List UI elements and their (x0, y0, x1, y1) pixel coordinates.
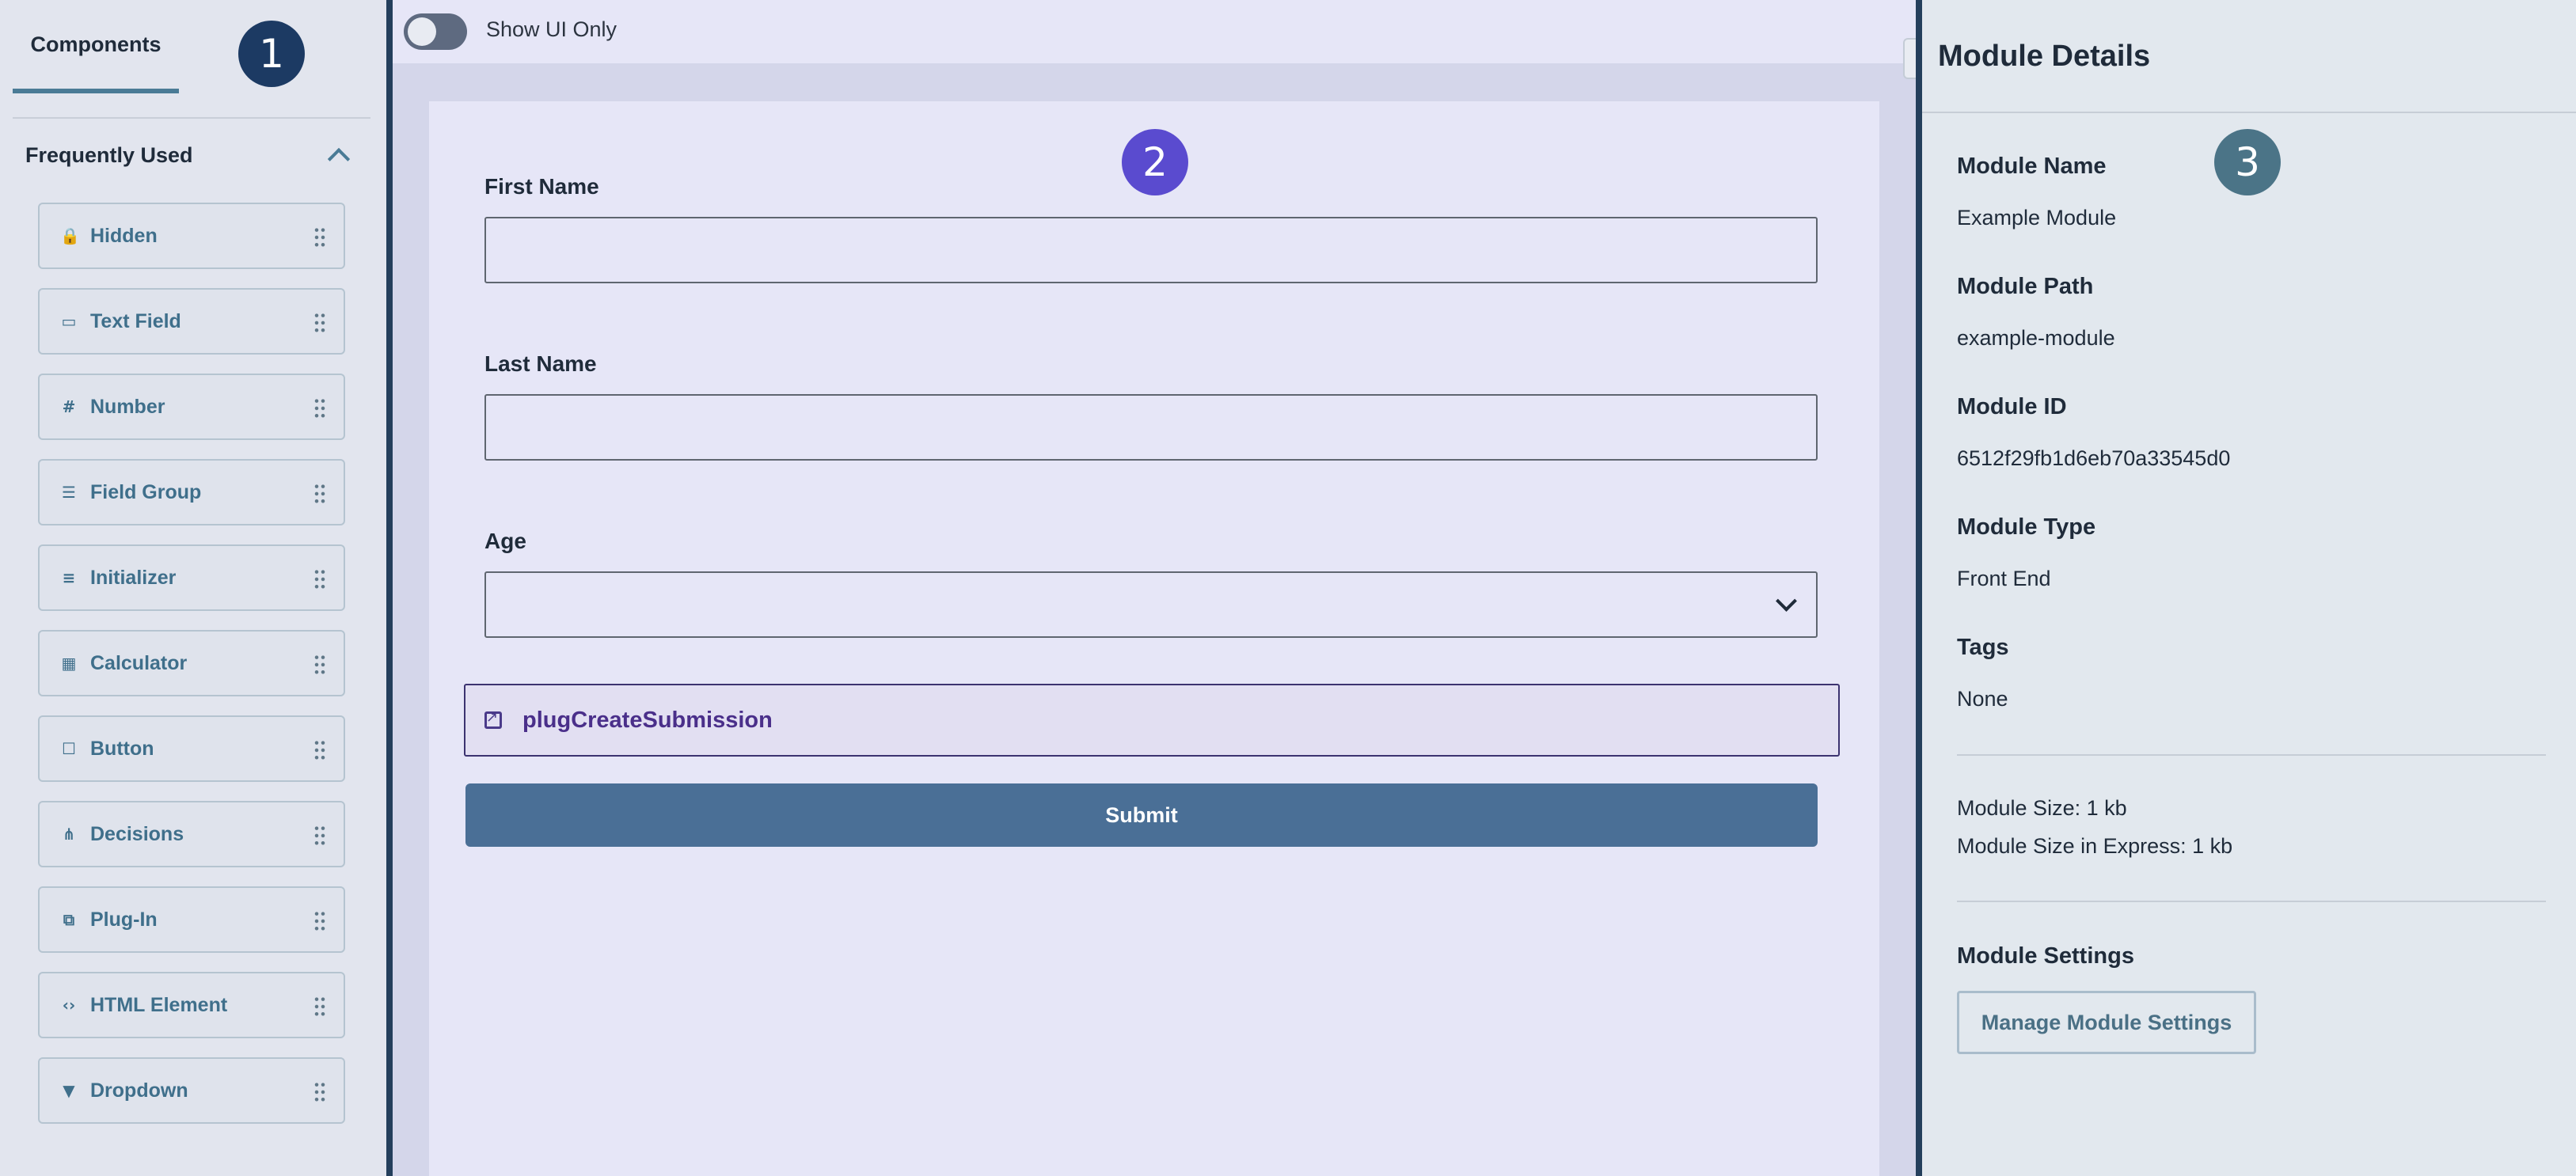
list-icon: ☰ (62, 483, 76, 502)
frequently-used-header[interactable]: Frequently Used (25, 135, 350, 176)
show-ui-only-toggle[interactable] (404, 13, 467, 50)
code-icon: ‹› (62, 996, 76, 1015)
component-item-text-field[interactable]: ▭ Text Field (38, 288, 345, 355)
last-name-label: Last Name (484, 351, 597, 376)
drag-handle-icon[interactable] (313, 483, 326, 505)
module-size-express: Module Size in Express: 1 kb (1957, 834, 2233, 858)
component-item-initializer[interactable]: ≡ Initializer (38, 544, 345, 611)
drag-handle-icon[interactable] (313, 910, 326, 932)
component-item-field-group[interactable]: ☰ Field Group (38, 459, 345, 525)
drag-handle-icon[interactable] (313, 568, 326, 590)
module-type-value: Front End (1957, 567, 2051, 590)
component-item-decisions[interactable]: ⋔ Decisions (38, 801, 345, 867)
drag-handle-icon[interactable] (313, 397, 326, 419)
tab-bar: Components (13, 0, 370, 119)
builder-canvas-area: Show UI Only 2 First Name Last Name Age … (393, 0, 1916, 1176)
plugin-icon: ⧉ (63, 910, 75, 929)
component-label: Plug-In (90, 908, 158, 931)
lines-icon: ≡ (62, 568, 76, 587)
step-badge-3: 3 (2214, 129, 2281, 195)
header-divider (1922, 112, 2576, 113)
chevron-up-icon[interactable] (326, 143, 350, 167)
drag-handle-icon[interactable] (313, 739, 326, 761)
module-path-value: example-module (1957, 326, 2115, 350)
component-item-dropdown[interactable]: ▼ Dropdown (38, 1057, 345, 1124)
component-label: Text Field (90, 309, 181, 332)
component-label: Decisions (90, 822, 184, 845)
drag-handle-icon[interactable] (313, 312, 326, 334)
manage-module-settings-button[interactable]: Manage Module Settings (1957, 991, 2256, 1054)
toggle-knob (408, 17, 436, 46)
toggle-label: Show UI Only (486, 17, 617, 41)
component-item-html-element[interactable]: ‹› HTML Element (38, 972, 345, 1038)
component-item-number[interactable]: # Number (38, 374, 345, 440)
component-label: Calculator (90, 651, 188, 674)
plugin-icon (484, 709, 502, 729)
component-item-button[interactable]: ☐ Button (38, 715, 345, 782)
component-label: Dropdown (90, 1079, 188, 1102)
drag-handle-icon[interactable] (313, 996, 326, 1018)
tags-value: None (1957, 687, 2008, 711)
module-size: Module Size: 1 kb (1957, 796, 2127, 820)
decision-tree-icon: ⋔ (62, 825, 76, 844)
component-list: 🔒 Hidden ▭ Text Field # Number ☰ Field Group ≡ In… (38, 203, 345, 1143)
first-name-label: First Name (484, 174, 599, 199)
tags-label: Tags (1957, 635, 2009, 660)
module-id-value: 6512f29fb1d6eb70a33545d0 (1957, 446, 2231, 470)
component-label: Button (90, 737, 154, 760)
component-label: HTML Element (90, 993, 228, 1016)
module-id-label: Module ID (1957, 394, 2067, 419)
right-divider[interactable] (1916, 0, 1922, 1176)
last-name-field[interactable] (484, 394, 1818, 461)
component-label: Field Group (90, 480, 202, 503)
component-label: Initializer (90, 566, 177, 589)
module-details-panel: Module Details 3 Module Name Example Mod… (1922, 0, 2576, 1176)
step-badge-2: 2 (1122, 129, 1188, 195)
text-field-icon: ▭ (61, 312, 77, 331)
hash-icon: # (62, 397, 76, 416)
divider (1957, 754, 2546, 756)
component-item-hidden[interactable]: 🔒 Hidden (38, 203, 345, 269)
panel-title: Module Details (1938, 40, 2151, 73)
module-name-value: Example Module (1957, 206, 2117, 230)
chevron-down-icon (1776, 594, 1794, 611)
drag-handle-icon[interactable] (313, 825, 326, 847)
canvas-toolbar: Show UI Only (393, 0, 1916, 63)
plugin-label: plugCreateSubmission (522, 707, 773, 733)
module-type-label: Module Type (1957, 514, 2096, 540)
step-badge-1: 1 (238, 21, 305, 87)
button-icon: ☐ (62, 739, 76, 758)
divider (1957, 901, 2546, 902)
plugin-block[interactable]: plugCreateSubmission (464, 684, 1840, 757)
tab-components[interactable]: Components (13, 0, 179, 93)
component-item-calculator[interactable]: ▦ Calculator (38, 630, 345, 696)
left-divider[interactable] (386, 0, 393, 1176)
components-panel: Components 1 Frequently Used 🔒 Hidden ▭ Tex… (0, 0, 386, 1176)
module-name-label: Module Name (1957, 154, 2107, 179)
component-item-plug-in[interactable]: ⧉ Plug-In (38, 886, 345, 953)
lock-icon: 🔒 (60, 226, 80, 245)
component-label: Hidden (90, 224, 158, 247)
section-title: Frequently Used (25, 142, 193, 167)
calculator-icon: ▦ (61, 654, 77, 673)
module-settings-label: Module Settings (1957, 943, 2134, 969)
dropdown-icon: ▼ (63, 1081, 75, 1100)
age-select[interactable] (484, 571, 1818, 638)
module-path-label: Module Path (1957, 274, 2094, 299)
component-label: Number (90, 395, 165, 418)
drag-handle-icon[interactable] (313, 1081, 326, 1103)
drag-handle-icon[interactable] (313, 226, 326, 248)
submit-button[interactable]: Submit (465, 783, 1818, 847)
form-canvas: 2 First Name Last Name Age plugCreateSub… (429, 101, 1879, 1176)
drag-handle-icon[interactable] (313, 654, 326, 676)
age-label: Age (484, 529, 526, 553)
first-name-field[interactable] (484, 217, 1818, 283)
